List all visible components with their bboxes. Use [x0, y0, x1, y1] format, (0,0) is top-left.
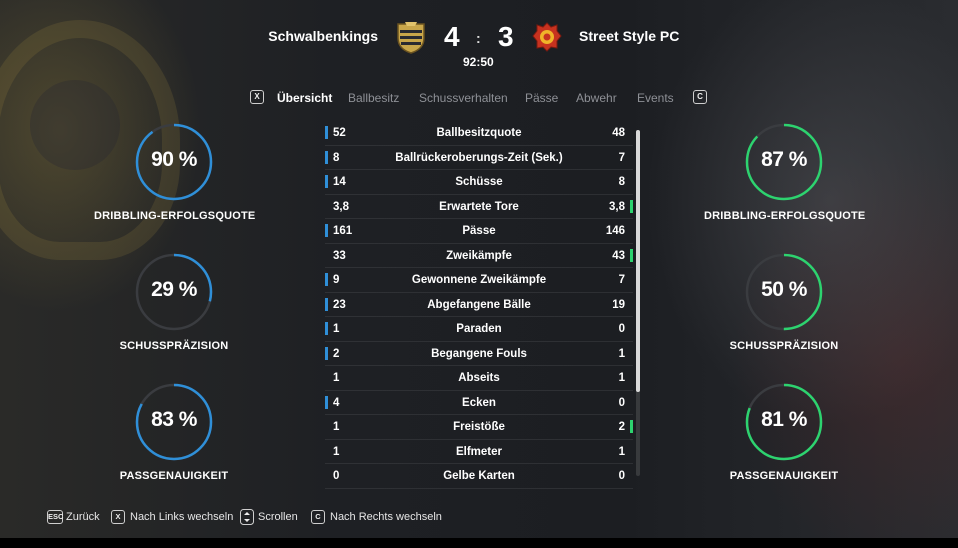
x-key-icon[interactable]: X	[111, 510, 125, 524]
home-shot-accuracy-label: SCHUSSPRÄZISION	[119, 340, 229, 352]
away-dribbling-label: DRIBBLING-ERFOLGSQUOTE	[704, 210, 866, 222]
stat-label: Ecken	[462, 396, 496, 409]
prev-tab-key-icon[interactable]: X	[250, 90, 264, 104]
stat-label: Ballbesitzquote	[436, 127, 522, 139]
stat-row: 1 Freistöße 2	[325, 415, 633, 440]
tab-defending[interactable]: Abwehr	[576, 91, 617, 105]
home-crest-icon	[397, 22, 425, 54]
home-score: 4	[444, 21, 460, 52]
stat-row: 9 Gewonnene Zweikämpfe 7	[325, 268, 633, 293]
away-pass-accuracy-ring: 81 % PASSGENAUIGKEIT	[704, 382, 864, 482]
scroll-hint[interactable]: Scrollen	[258, 511, 298, 523]
stat-label: Pässe	[462, 225, 496, 237]
stat-label: Freistöße	[453, 421, 505, 433]
stat-row: 1 Paraden 0	[325, 317, 633, 342]
stat-label: Gewonnene Zweikämpfe	[411, 274, 547, 286]
stat-label: Schüsse	[455, 176, 503, 188]
home-dribbling-value: 90 %	[151, 148, 197, 171]
stat-row: 3,8 Erwartete Tore 3,8	[325, 195, 633, 219]
stat-label: Elfmeter	[455, 445, 503, 458]
stat-row: 2 Begangene Fouls 1	[325, 342, 633, 366]
next-tab-key-icon[interactable]: C	[693, 90, 707, 104]
stat-label: Abgefangene Bälle	[427, 298, 531, 311]
home-dribbling-ring: 90 % DRIBBLING-ERFOLGSQUOTE	[94, 122, 256, 222]
away-shot-accuracy-value: 50 %	[761, 278, 807, 301]
stat-away-value: 1	[618, 445, 625, 458]
home-dribbling-label: DRIBBLING-ERFOLGSQUOTE	[94, 210, 256, 222]
esc-key-icon[interactable]: ESC	[47, 510, 63, 524]
switch-right-hint[interactable]: Nach Rechts wechseln	[330, 511, 442, 523]
away-dribbling-value: 87 %	[761, 148, 807, 171]
stat-away-value: 43	[612, 249, 625, 262]
stat-away-value: 1	[618, 347, 625, 360]
stat-row: 14 Schüsse 8	[325, 170, 633, 195]
home-pass-accuracy-value: 83 %	[151, 408, 197, 431]
tab-passing[interactable]: Pässe	[525, 91, 558, 105]
bottom-bar	[0, 538, 958, 548]
stat-away-value: 2	[618, 421, 625, 433]
back-hint[interactable]: Zurück	[66, 511, 100, 523]
switch-left-hint[interactable]: Nach Links wechseln	[130, 511, 233, 523]
stat-away-value: 146	[605, 225, 625, 237]
match-clock: 92:50	[463, 55, 494, 69]
home-shot-accuracy-value: 29 %	[151, 278, 197, 301]
stat-label: Abseits	[458, 372, 500, 384]
stat-row: 23 Abgefangene Bälle 19	[325, 293, 633, 317]
stat-away-value: 48	[612, 127, 625, 139]
home-team-name: Schwalbenkings	[268, 28, 378, 44]
stat-row: 161 Pässe 146	[325, 219, 633, 244]
stat-row: 4 Ecken 0	[325, 391, 633, 415]
stats-scrollbar-thumb[interactable]	[636, 130, 640, 392]
away-dribbling-ring: 87 % DRIBBLING-ERFOLGSQUOTE	[704, 122, 866, 222]
c-key-icon[interactable]: C	[311, 510, 325, 524]
tab-events[interactable]: Events	[637, 91, 674, 105]
stat-row: 8 Ballrückeroberungs-Zeit (Sek.) 7	[325, 146, 633, 170]
stat-row: 33 Zweikämpfe 43	[325, 244, 633, 268]
stat-label: Begangene Fouls	[431, 347, 527, 360]
stats-table[interactable]: 52 Ballbesitzquote 48 8 Ballrückeroberungs-Z…	[325, 121, 633, 489]
tab-possession[interactable]: Ballbesitz	[348, 91, 399, 105]
stat-away-value: 0	[618, 396, 625, 409]
stat-label: Zweikämpfe	[446, 249, 512, 262]
home-pass-accuracy-ring: 83 % PASSGENAUIGKEIT	[94, 382, 254, 482]
away-pass-accuracy-value: 81 %	[761, 408, 807, 431]
stat-label: Ballrückeroberungs-Zeit (Sek.)	[395, 151, 563, 164]
stat-away-value: 19	[612, 298, 625, 311]
away-score: 3	[498, 21, 514, 52]
stat-away-value: 7	[618, 151, 625, 164]
away-pass-accuracy-label: PASSGENAUIGKEIT	[729, 470, 839, 482]
home-shot-accuracy-ring: 29 % SCHUSSPRÄZISION	[94, 252, 254, 352]
stat-away-value: 7	[618, 274, 625, 286]
away-shot-accuracy-ring: 50 % SCHUSSPRÄZISION	[704, 252, 864, 352]
away-team-name: Street Style PC	[579, 28, 680, 44]
stat-label: Gelbe Karten	[443, 470, 515, 482]
away-shot-accuracy-label: SCHUSSPRÄZISION	[729, 340, 839, 352]
tab-shooting[interactable]: Schussverhalten	[419, 91, 508, 105]
stat-label: Erwartete Tore	[439, 200, 519, 213]
stat-away-value: 3,8	[609, 200, 625, 213]
stat-row: 1 Elfmeter 1	[325, 440, 633, 464]
stat-label: Paraden	[456, 323, 502, 335]
stat-row: 52 Ballbesitzquote 48	[325, 121, 633, 146]
stat-away-value: 8	[618, 176, 625, 188]
home-pass-accuracy-label: PASSGENAUIGKEIT	[119, 470, 229, 482]
tab-overview[interactable]: Übersicht	[277, 91, 332, 105]
stat-row: 1 Abseits 1	[325, 366, 633, 391]
stat-away-value: 1	[618, 372, 625, 384]
away-crest-icon	[532, 22, 562, 52]
stat-row: 0 Gelbe Karten 0	[325, 464, 633, 489]
stat-away-value: 0	[618, 323, 625, 335]
scroll-stick-icon	[240, 509, 254, 525]
score-separator: :	[476, 30, 481, 46]
stat-away-value: 0	[618, 470, 625, 482]
